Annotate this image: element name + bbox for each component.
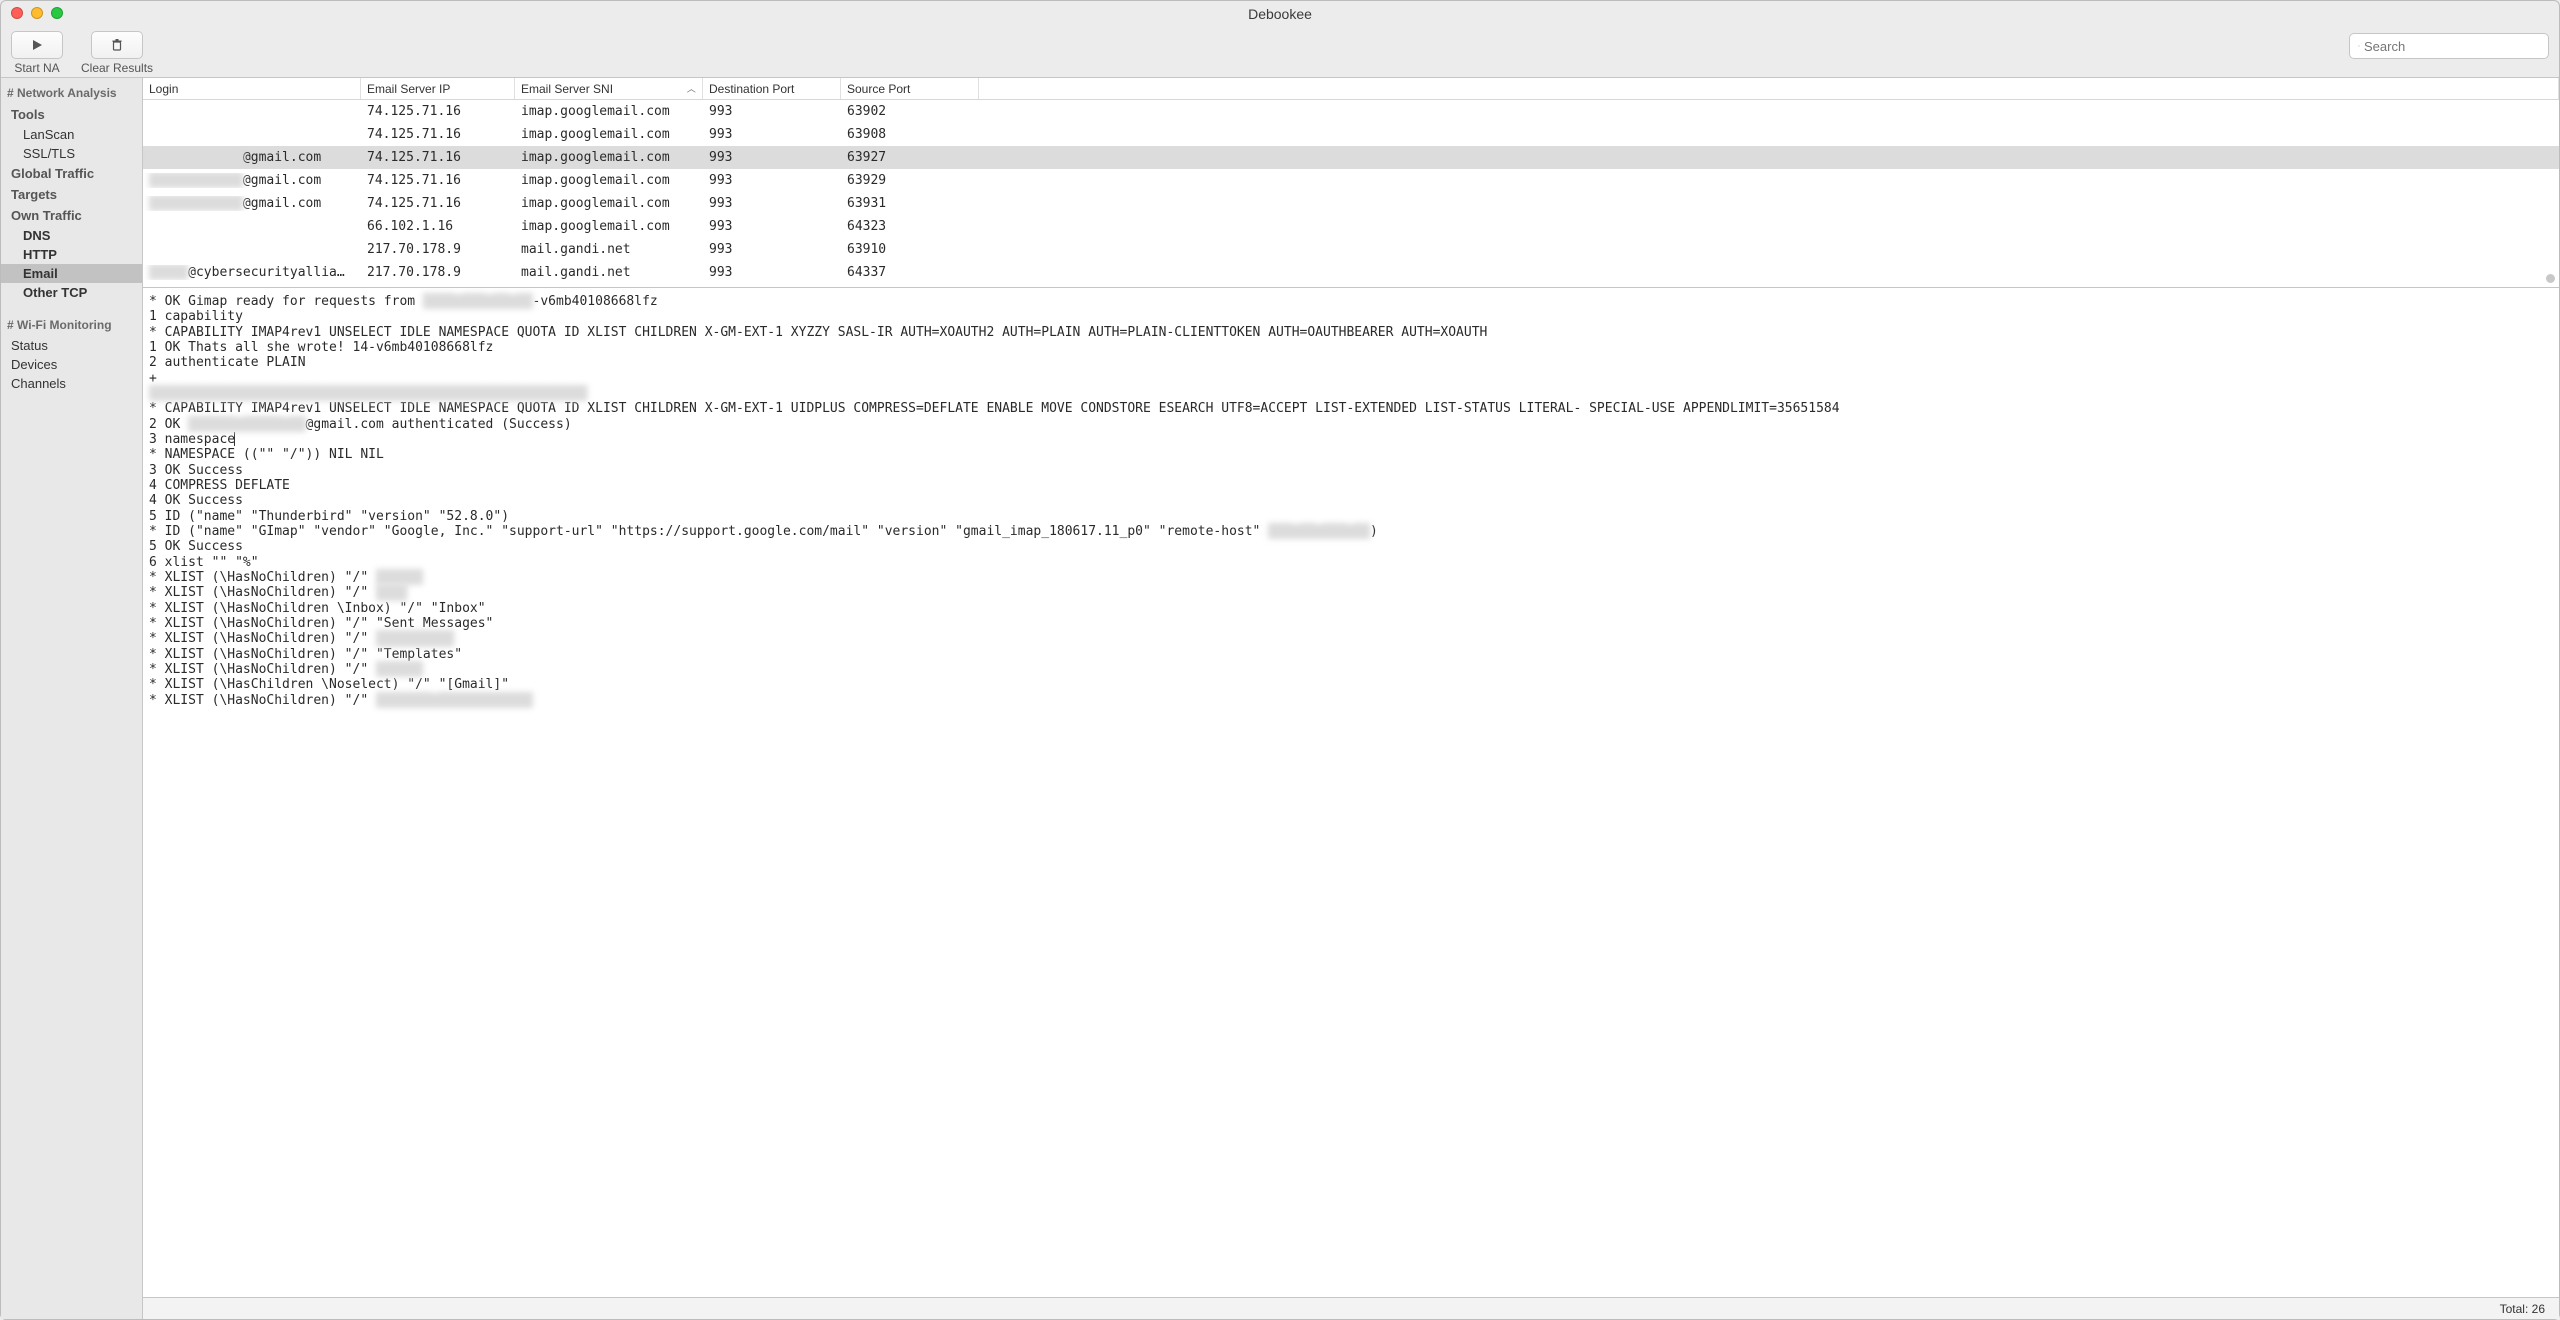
toolbar: Start NA Clear Results [1, 27, 2559, 77]
table-row[interactable]: █████@cybersecurityallia…217.70.178.9mai… [143, 261, 2559, 284]
cell-sport: 63910 [841, 242, 979, 257]
table-row[interactable]: ████████████@gmail.com74.125.71.16imap.g… [143, 146, 2559, 169]
sidebar-item-other-tcp[interactable]: Other TCP [1, 283, 142, 302]
search-field[interactable] [2349, 33, 2549, 59]
connections-table: Login Email Server IP Email Server SNI〈 … [143, 78, 2559, 288]
cell-sport: 63902 [841, 104, 979, 119]
cell-sni: mail.gandi.net [515, 265, 703, 280]
cell-ip: 74.125.71.16 [361, 127, 515, 142]
cell-login: ████████████@gmail.com [143, 173, 361, 188]
cell-dport: 993 [703, 173, 841, 188]
cell-dport: 993 [703, 196, 841, 211]
sidebar-section-header: # Network Analysis [1, 82, 142, 104]
window-title: Debookee [1248, 6, 1312, 22]
table-row[interactable]: 74.125.71.16imap.googlemail.com99363908 [143, 123, 2559, 146]
status-bar: Total: 26 [143, 1297, 2559, 1319]
sidebar-item-email[interactable]: Email [1, 264, 142, 283]
minimize-window-button[interactable] [31, 7, 43, 19]
cell-dport: 993 [703, 104, 841, 119]
table-row[interactable]: 217.70.178.9mail.gandi.net99363910 [143, 238, 2559, 261]
main-panel: Login Email Server IP Email Server SNI〈 … [143, 78, 2559, 1319]
cell-login: ████████████@gmail.com [143, 150, 361, 165]
cell-dport: 993 [703, 150, 841, 165]
start-na-label: Start NA [14, 61, 59, 75]
col-login[interactable]: Login [143, 78, 361, 99]
cell-ip: 74.125.71.16 [361, 196, 515, 211]
cell-sport: 64337 [841, 265, 979, 280]
sidebar-item-devices[interactable]: Devices [1, 355, 142, 374]
table-row[interactable]: 66.102.1.16imap.googlemail.com99364323 [143, 215, 2559, 238]
cell-ip: 217.70.178.9 [361, 242, 515, 257]
sidebar-item-dns[interactable]: DNS [1, 226, 142, 245]
protocol-log[interactable]: * OK Gimap ready for requests from ████ … [143, 288, 2559, 1297]
window-controls [11, 7, 63, 19]
col-destination-port[interactable]: Destination Port [703, 78, 841, 99]
search-icon [2358, 39, 2360, 53]
play-icon [30, 38, 44, 52]
table-row[interactable]: 74.125.71.16imap.googlemail.com99363902 [143, 100, 2559, 123]
cell-dport: 993 [703, 242, 841, 257]
col-email-server-sni[interactable]: Email Server SNI〈 [515, 78, 703, 99]
sidebar-item-ssl-tls[interactable]: SSL/TLS [1, 144, 142, 163]
trash-icon [110, 38, 124, 52]
cell-login: ████████████@gmail.com [143, 196, 361, 211]
sidebar-item-channels[interactable]: Channels [1, 374, 142, 393]
cell-ip: 66.102.1.16 [361, 219, 515, 234]
close-window-button[interactable] [11, 7, 23, 19]
cell-ip: 217.70.178.9 [361, 265, 515, 280]
app-window: Debookee Start NA Clear Results # Networ… [0, 0, 2560, 1320]
sidebar-group[interactable]: Targets [1, 184, 142, 205]
table-header: Login Email Server IP Email Server SNI〈 … [143, 78, 2559, 100]
sidebar-item-lanscan[interactable]: LanScan [1, 125, 142, 144]
sort-asc-icon: 〈 [685, 84, 698, 93]
cell-sport: 63908 [841, 127, 979, 142]
col-email-server-ip[interactable]: Email Server IP [361, 78, 515, 99]
cell-sni: mail.gandi.net [515, 242, 703, 257]
start-na-button[interactable] [11, 31, 63, 59]
cell-login: █████@cybersecurityallia… [143, 265, 361, 280]
sidebar-group[interactable]: Global Traffic [1, 163, 142, 184]
sidebar-item-status[interactable]: Status [1, 336, 142, 355]
cell-sni: imap.googlemail.com [515, 173, 703, 188]
sidebar-group[interactable]: Own Traffic [1, 205, 142, 226]
col-spacer [979, 78, 2559, 99]
scroll-indicator [2546, 274, 2555, 283]
table-row[interactable]: ████████████@gmail.com74.125.71.16imap.g… [143, 169, 2559, 192]
cell-ip: 74.125.71.16 [361, 104, 515, 119]
cell-sni: imap.googlemail.com [515, 196, 703, 211]
total-count: Total: 26 [2500, 1302, 2545, 1316]
cell-ip: 74.125.71.16 [361, 173, 515, 188]
titlebar: Debookee [1, 1, 2559, 27]
sidebar-group[interactable]: Tools [1, 104, 142, 125]
cell-sni: imap.googlemail.com [515, 219, 703, 234]
cell-sni: imap.googlemail.com [515, 104, 703, 119]
cell-dport: 993 [703, 219, 841, 234]
zoom-window-button[interactable] [51, 7, 63, 19]
search-input[interactable] [2364, 39, 2540, 54]
table-row[interactable]: ████████████@gmail.com74.125.71.16imap.g… [143, 192, 2559, 215]
clear-results-label: Clear Results [81, 61, 153, 75]
sidebar-section-header: # Wi-Fi Monitoring [1, 314, 142, 336]
cell-ip: 74.125.71.16 [361, 150, 515, 165]
cell-sport: 64323 [841, 219, 979, 234]
col-source-port[interactable]: Source Port [841, 78, 979, 99]
cell-dport: 993 [703, 265, 841, 280]
cell-sni: imap.googlemail.com [515, 150, 703, 165]
cell-dport: 993 [703, 127, 841, 142]
clear-results-button[interactable] [91, 31, 143, 59]
cell-sport: 63931 [841, 196, 979, 211]
table-body[interactable]: 74.125.71.16imap.googlemail.com993639027… [143, 100, 2559, 287]
cell-sport: 63927 [841, 150, 979, 165]
cell-sni: imap.googlemail.com [515, 127, 703, 142]
sidebar: # Network AnalysisToolsLanScanSSL/TLSGlo… [1, 78, 143, 1319]
sidebar-item-http[interactable]: HTTP [1, 245, 142, 264]
cell-sport: 63929 [841, 173, 979, 188]
